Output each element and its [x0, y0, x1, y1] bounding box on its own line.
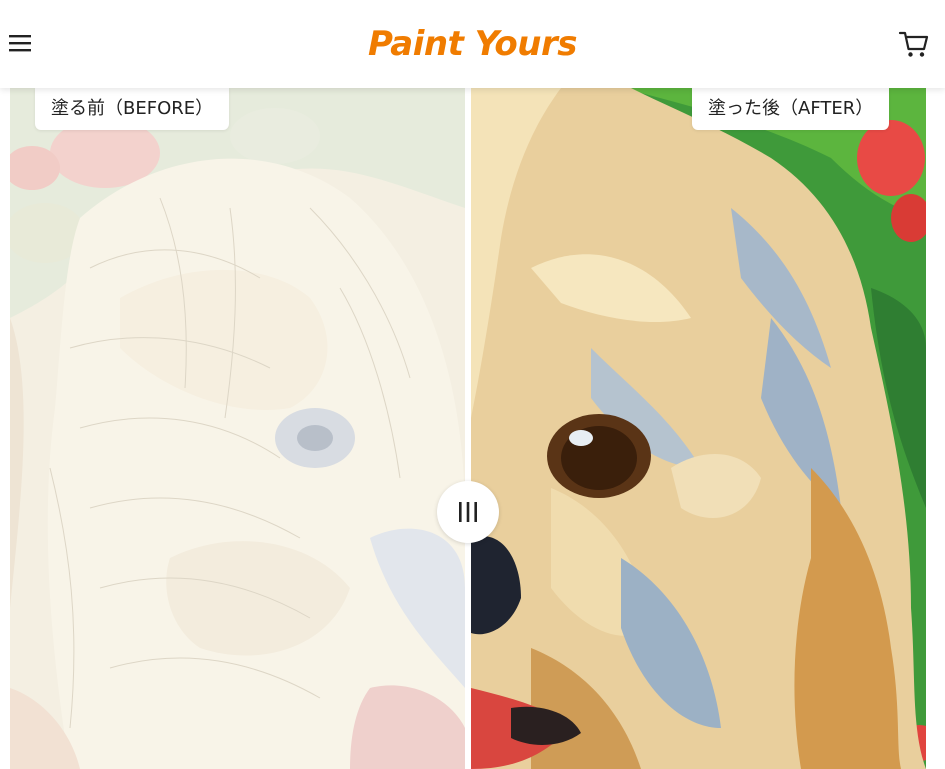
drag-handle-icon	[459, 502, 477, 522]
before-after-comparison[interactable]: 塗る前（BEFORE） 塗った後（AFTER）	[10, 88, 926, 769]
cart-button[interactable]	[898, 28, 930, 60]
before-painting-canvas	[10, 88, 465, 769]
site-header: Paint Yours	[0, 0, 945, 88]
shopping-cart-icon	[898, 31, 929, 57]
after-label: 塗った後（AFTER）	[692, 88, 890, 130]
comparison-slider-handle[interactable]	[437, 481, 499, 543]
before-label: 塗る前（BEFORE）	[35, 88, 230, 130]
after-image	[471, 88, 926, 769]
before-image	[10, 88, 465, 769]
site-logo[interactable]: Paint Yours	[0, 18, 945, 70]
after-painting-canvas	[471, 88, 926, 769]
logo-text: Paint Yours	[368, 24, 577, 64]
